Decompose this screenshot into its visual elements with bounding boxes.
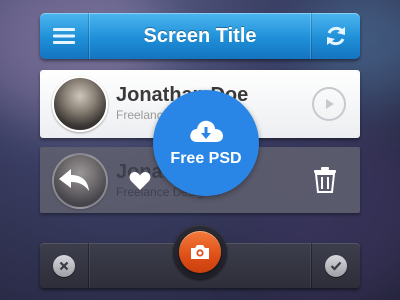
play-icon (326, 99, 334, 109)
reply-icon (59, 169, 89, 191)
top-navigation-bar: Screen Title (40, 13, 360, 59)
close-icon (59, 261, 69, 270)
favorite-button[interactable] (128, 170, 152, 192)
free-psd-badge[interactable]: Free PSD (153, 90, 259, 196)
cancel-button-face (53, 254, 75, 277)
cancel-button[interactable] (40, 243, 89, 288)
heart-icon (129, 172, 151, 190)
screen-title: Screen Title (143, 24, 257, 47)
confirm-button[interactable] (311, 243, 360, 288)
menu-icon (53, 28, 75, 44)
delete-button[interactable] (312, 166, 338, 194)
camera-button-ring (173, 225, 227, 279)
refresh-icon (327, 26, 345, 46)
menu-button[interactable] (40, 13, 89, 59)
play-button[interactable] (312, 87, 346, 121)
badge-label: Free PSD (170, 150, 242, 167)
trash-icon (314, 167, 336, 193)
confirm-button-face (325, 254, 347, 277)
avatar (52, 76, 108, 132)
refresh-button[interactable] (311, 13, 360, 59)
checkmark-icon (330, 261, 342, 271)
camera-button[interactable] (179, 231, 221, 273)
reply-button[interactable] (56, 167, 92, 193)
camera-icon (191, 245, 209, 259)
cloud-download-icon (190, 120, 223, 142)
